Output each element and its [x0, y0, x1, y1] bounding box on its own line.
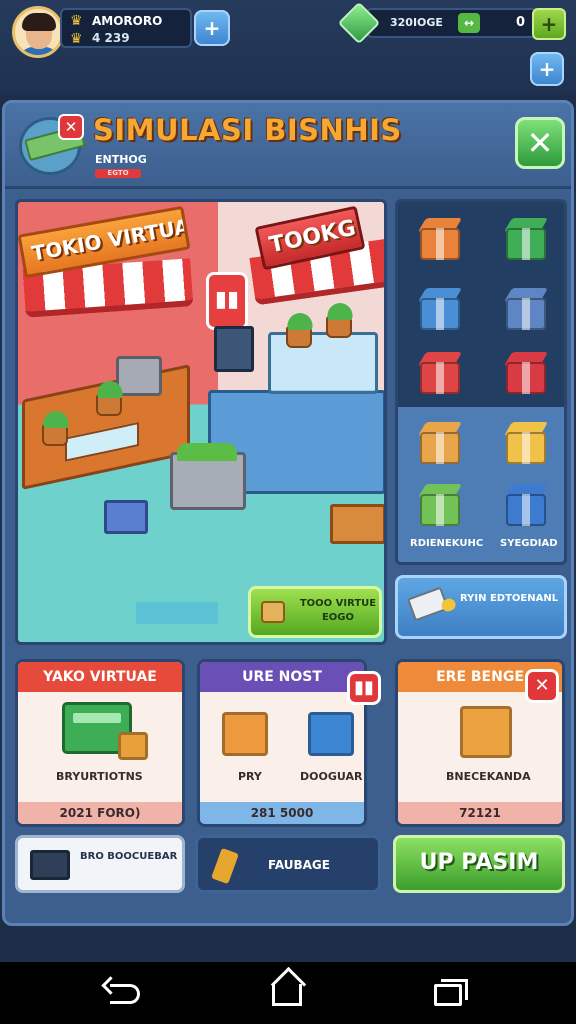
box-ribbon	[522, 494, 530, 526]
currency-value: 320IOGE	[390, 16, 443, 29]
store-scene[interactable]: TOKIO VIRTUAL TOOKG ▮▮ TOOO VIRTUE EOGO	[15, 199, 387, 645]
small-box-icon	[118, 732, 148, 760]
promo-card-label: RYIN EDTOENANL	[460, 593, 559, 604]
main-panel: ✕ SIMULASI BISNHIS ENTHOG EGTO ✕ TOKIO V…	[2, 100, 574, 926]
box-ribbon	[436, 432, 444, 464]
blue-clock-box-icon[interactable]	[503, 484, 549, 528]
back-icon[interactable]	[110, 984, 140, 1004]
orange-gift-box-icon[interactable]	[417, 218, 463, 262]
market-card-caption-right: DOOGUAR	[300, 770, 363, 783]
box-ribbon	[436, 362, 444, 394]
paint-button[interactable]: FAUBAGE	[195, 835, 381, 893]
market-card-caption: BNECEKANDA	[446, 770, 531, 783]
market-card-host[interactable]: URE NOST PRY DOOGUAR 281 5000	[197, 659, 367, 827]
shopping-cart-icon[interactable]	[170, 443, 246, 510]
red-gift-box-icon[interactable]	[417, 352, 463, 396]
paint-button-label: FAUBAGE	[268, 858, 330, 872]
player-icon: ♛	[70, 13, 83, 29]
orange-box-icon	[222, 712, 268, 756]
market-card-price: 72121	[398, 802, 562, 824]
paint-brush-icon	[211, 847, 239, 885]
player-level: 4 239	[92, 31, 130, 45]
green-crate-icon[interactable]	[417, 484, 463, 528]
promo-card[interactable]: RYIN EDTOENANL	[395, 575, 567, 639]
avatar-hair	[22, 13, 56, 31]
inventory-caption-left: RDIENEKUHC	[410, 538, 484, 549]
virtual-store-button[interactable]: TOOO VIRTUE EOGO	[248, 586, 382, 638]
green-gift-box-icon[interactable]	[503, 218, 549, 262]
currency-count: 0	[516, 15, 526, 30]
market-card-price: 281 5000	[200, 802, 364, 824]
market-card-virtual[interactable]: YAKO VIRTUAE BRYURTIOTNS 2021 FORO)	[15, 659, 185, 827]
player-avatar[interactable]	[12, 6, 64, 58]
market-card-caption-left: PRY	[238, 770, 262, 783]
inventory-grid: RDIENEKUHC SYEGDIAD	[395, 199, 567, 565]
settings-plus-button[interactable]: +	[194, 10, 230, 46]
blue-box-icon	[308, 712, 354, 756]
red-chest-icon[interactable]	[503, 352, 549, 396]
top-hud: ♛ ♛ AMORORO 4 239 + 320IOGE ↔ 0 + +	[0, 0, 576, 95]
market-card-title: URE NOST	[200, 662, 364, 692]
floor-mat	[136, 602, 218, 624]
player-name: AMORORO	[92, 14, 163, 28]
potted-plant-icon	[42, 406, 70, 446]
subtitle-badge: EGTO	[95, 169, 141, 178]
card-close-button[interactable]: ✕	[525, 669, 559, 703]
product-box-icon[interactable]	[104, 500, 148, 534]
market-card-caption: BRYURTIOTNS	[56, 770, 143, 783]
box-ribbon	[522, 298, 530, 330]
computer-shop-button[interactable]: BRO BOOCUEBAR	[15, 835, 185, 893]
display-case[interactable]	[268, 332, 378, 394]
recent-apps-icon[interactable]	[434, 979, 468, 1006]
add-currency-button[interactable]: +	[532, 8, 566, 40]
expand-plus-button[interactable]: +	[530, 52, 564, 86]
close-button[interactable]: ✕	[515, 117, 565, 169]
box-ribbon	[522, 362, 530, 394]
blue-grid-box-icon[interactable]	[503, 288, 549, 332]
potted-plant-icon	[96, 376, 124, 416]
computer-monitor-icon[interactable]	[214, 326, 254, 372]
inventory-caption-right: SYEGDIAD	[500, 538, 558, 549]
player-info-panel: ♛ ♛ AMORORO 4 239	[60, 8, 192, 48]
computer-monitor-icon	[30, 850, 70, 880]
bag-icon	[261, 601, 285, 623]
blue-gift-box-icon[interactable]	[417, 288, 463, 332]
box-ribbon	[436, 494, 444, 526]
box-ribbon	[522, 432, 530, 464]
box-ribbon	[436, 298, 444, 330]
potted-plant-icon	[286, 308, 314, 348]
upgrade-button-label: UP PASIM	[419, 850, 539, 875]
level-icon: ♛	[70, 31, 83, 47]
produce-crate-icon[interactable]	[330, 504, 384, 544]
title-close-badge[interactable]: ✕	[58, 114, 84, 140]
shop-badge-icon[interactable]: ▮▮	[347, 671, 381, 705]
game-subtitle: ENTHOG	[95, 153, 147, 166]
business-money-icon: ✕	[19, 114, 86, 175]
gold-box-icon[interactable]	[503, 422, 549, 466]
box-ribbon	[522, 228, 530, 260]
upgrade-button[interactable]: UP PASIM	[393, 835, 565, 893]
virtual-store-button-label: TOOO VIRTUE EOGO	[299, 598, 377, 623]
cardboard-box-icon[interactable]	[417, 422, 463, 466]
computer-shop-button-label: BRO BOOCUEBAR	[80, 851, 178, 862]
game-title: SIMULASI BISNHIS	[93, 113, 402, 147]
shopping-bag-icon[interactable]: ▮▮	[206, 272, 248, 330]
market-card-title: YAKO VIRTUAE	[18, 662, 182, 692]
box-ribbon	[436, 228, 444, 260]
title-bar: ✕ SIMULASI BISNHIS ENTHOG EGTO ✕	[5, 103, 571, 189]
android-navigation-bar	[0, 962, 576, 1024]
gift-box-icon	[460, 706, 512, 758]
home-icon[interactable]	[272, 984, 302, 1006]
credit-card-icon	[406, 586, 450, 622]
potted-plant-icon	[326, 298, 354, 338]
market-card-price: 2021 FORO)	[18, 802, 182, 824]
exchange-arrow-icon[interactable]: ↔	[458, 13, 480, 33]
